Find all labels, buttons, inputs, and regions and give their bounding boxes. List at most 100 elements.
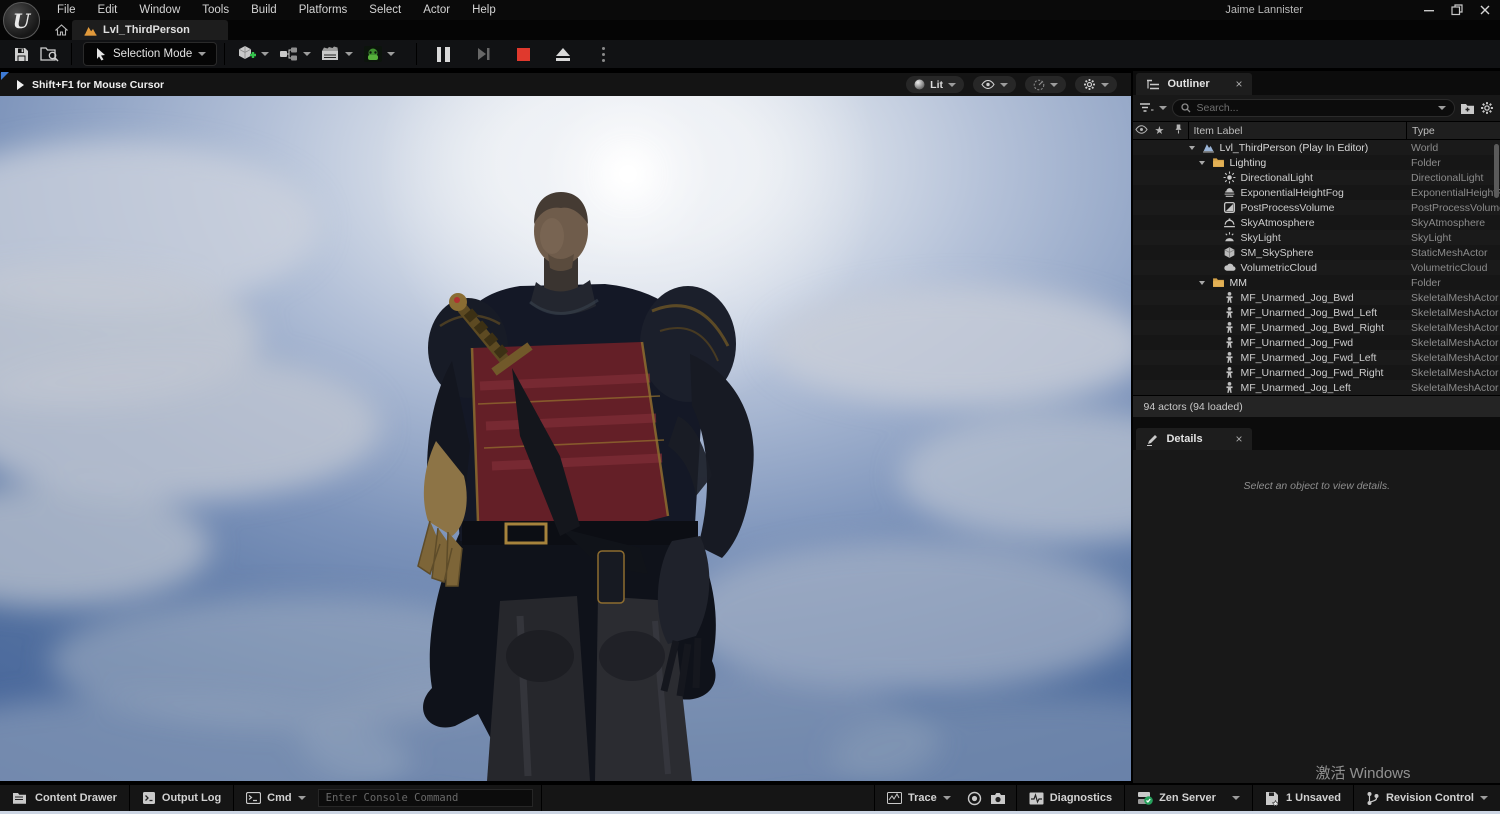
save-icon[interactable] [8, 41, 35, 67]
expander-arrow-icon[interactable] [1189, 145, 1196, 150]
skylight-icon [1223, 231, 1236, 244]
filter-icon[interactable] [1139, 102, 1154, 114]
zen-server-dropdown[interactable]: Zen Server [1125, 785, 1252, 811]
outliner-row[interactable]: MF_Unarmed_Jog_Fwd SkeletalMeshActor [1133, 335, 1500, 350]
outliner-row[interactable]: PostProcessVolume PostProcessVolume [1133, 200, 1500, 215]
outliner-row[interactable]: Lighting Folder [1133, 155, 1500, 170]
outliner-scrollbar[interactable] [1494, 144, 1499, 198]
outliner-row[interactable]: MF_Unarmed_Jog_Bwd_Right SkeletalMeshActo… [1133, 320, 1500, 335]
console-command-box[interactable] [317, 789, 533, 807]
play-options-kebab-icon[interactable] [590, 41, 616, 67]
tab-level[interactable]: Lvl_ThirdPerson [72, 20, 228, 40]
viewport-header: Shift+F1 for Mouse Cursor Lit [0, 73, 1131, 96]
menu-item-file[interactable]: File [46, 1, 87, 19]
screenshot-button[interactable] [986, 785, 1016, 811]
right-dock: Outliner × ★ Item Label [1133, 71, 1500, 800]
outliner-row[interactable]: MF_Unarmed_Jog_Fwd_Right SkeletalMeshActo… [1133, 365, 1500, 380]
expander-arrow-icon[interactable] [1199, 280, 1206, 285]
outliner-row[interactable]: MF_Unarmed_Jog_Bwd_Left SkeletalMeshActor [1133, 305, 1500, 320]
column-type[interactable]: Type [1406, 122, 1500, 139]
outliner-row[interactable]: MF_Unarmed_Jog_Bwd SkeletalMeshActor [1133, 290, 1500, 305]
view-mode-dropdown[interactable]: Lit [906, 76, 964, 93]
sun-icon [1223, 171, 1236, 184]
menu-item-help[interactable]: Help [461, 1, 507, 19]
level-viewport[interactable]: Shift+F1 for Mouse Cursor Lit [0, 71, 1132, 783]
close-button[interactable] [1478, 3, 1492, 17]
window-title-user: Jaime Lannister [1225, 4, 1303, 16]
menu-item-tools[interactable]: Tools [191, 1, 240, 19]
menu-item-build[interactable]: Build [240, 1, 288, 19]
browse-content-icon[interactable] [35, 41, 64, 67]
row-type: StaticMeshActor [1411, 246, 1488, 259]
expander-arrow-icon[interactable] [1199, 160, 1206, 165]
cinematics-dropdown[interactable] [316, 41, 358, 67]
outliner-row[interactable]: VolumetricCloud VolumetricCloud [1133, 260, 1500, 275]
cmd-console-icon [246, 792, 262, 804]
viewport-settings-dropdown[interactable] [1075, 76, 1117, 93]
menu-item-platforms[interactable]: Platforms [288, 1, 359, 19]
outliner-row[interactable]: SkyLight SkyLight [1133, 230, 1500, 245]
menu-item-select[interactable]: Select [358, 1, 412, 19]
tab-details[interactable]: Details × [1136, 428, 1253, 450]
eject-button[interactable] [550, 41, 576, 67]
cmd-dropdown[interactable]: Cmd [234, 785, 317, 811]
visibility-column-eye-icon[interactable] [1133, 124, 1150, 137]
play-modes-dropdown[interactable] [358, 41, 400, 67]
pause-button[interactable] [430, 41, 456, 67]
console-command-input[interactable] [325, 792, 525, 804]
content-drawer-button[interactable]: Content Drawer [0, 785, 129, 811]
close-icon[interactable]: × [1235, 78, 1242, 90]
outliner-row[interactable]: DirectionalLight DirectionalLight [1133, 170, 1500, 185]
menu-item-actor[interactable]: Actor [412, 1, 461, 19]
selection-mode-label: Selection Mode [113, 48, 193, 60]
unsaved-button[interactable]: 1 Unsaved [1253, 785, 1353, 811]
outliner-row[interactable]: ExponentialHeightFog ExponentialHeightFog [1133, 185, 1500, 200]
settings-gear-icon[interactable] [1480, 101, 1494, 115]
menu-item-edit[interactable]: Edit [87, 1, 129, 19]
outliner-row[interactable]: MM Folder [1133, 275, 1500, 290]
row-label: SkyLight [1240, 231, 1281, 244]
column-item-label[interactable]: Item Label [1188, 122, 1406, 139]
skel-icon [1223, 291, 1236, 304]
show-flags-dropdown[interactable] [973, 76, 1016, 93]
outliner-row[interactable]: SM_SkySphere StaticMeshActor [1133, 245, 1500, 260]
unreal-editor-window: U File Edit Window Tools Build Platforms Selec… [0, 0, 1500, 814]
viewport-scene[interactable] [0, 96, 1131, 781]
zen-server-icon [1138, 791, 1153, 805]
panel-divider[interactable] [1133, 417, 1500, 426]
search-icon [1181, 103, 1191, 113]
selection-mode-dropdown[interactable]: Selection Mode [83, 42, 218, 66]
tab-outliner-label: Outliner [1167, 78, 1210, 90]
revision-control-dropdown[interactable]: Revision Control [1354, 785, 1500, 811]
pin-column-icon[interactable] [1168, 123, 1188, 138]
close-icon[interactable]: × [1235, 433, 1242, 445]
favorite-column-star-icon[interactable]: ★ [1150, 124, 1168, 137]
restore-button[interactable] [1450, 3, 1464, 17]
insights-button[interactable] [963, 785, 986, 811]
outliner-row[interactable]: SkyAtmosphere SkyAtmosphere [1133, 215, 1500, 230]
home-icon[interactable] [50, 20, 72, 40]
play-indicator-icon [17, 79, 24, 90]
outliner-row[interactable]: MF_Unarmed_Jog_Left SkeletalMeshActor [1133, 380, 1500, 395]
performance-dropdown[interactable] [1025, 76, 1066, 93]
outliner-row[interactable]: Lvl_ThirdPerson (Play In Editor) World [1133, 140, 1500, 155]
stop-button[interactable] [510, 41, 536, 67]
output-log-button[interactable]: Output Log [130, 785, 233, 811]
status-bar: Content Drawer Output Log Cmd Trace [0, 783, 1500, 811]
new-folder-icon[interactable] [1460, 102, 1475, 115]
blueprints-dropdown[interactable] [274, 41, 316, 67]
outliner-search[interactable] [1172, 99, 1455, 117]
frame-skip-button[interactable] [470, 41, 496, 67]
tab-outliner[interactable]: Outliner × [1136, 73, 1253, 95]
search-input[interactable] [1196, 102, 1433, 114]
skel-icon [1223, 351, 1236, 364]
chevron-down-icon[interactable] [1438, 106, 1446, 110]
quick-add-dropdown[interactable] [232, 41, 274, 67]
minimize-button[interactable] [1422, 3, 1436, 17]
trace-dropdown[interactable]: Trace [875, 785, 963, 811]
outliner-row[interactable]: MF_Unarmed_Jog_Fwd_Left SkeletalMeshActor [1133, 350, 1500, 365]
menu-item-window[interactable]: Window [128, 1, 191, 19]
diagnostics-button[interactable]: Diagnostics [1017, 785, 1124, 811]
skel-icon [1223, 366, 1236, 379]
chevron-down-icon[interactable] [1159, 106, 1168, 110]
